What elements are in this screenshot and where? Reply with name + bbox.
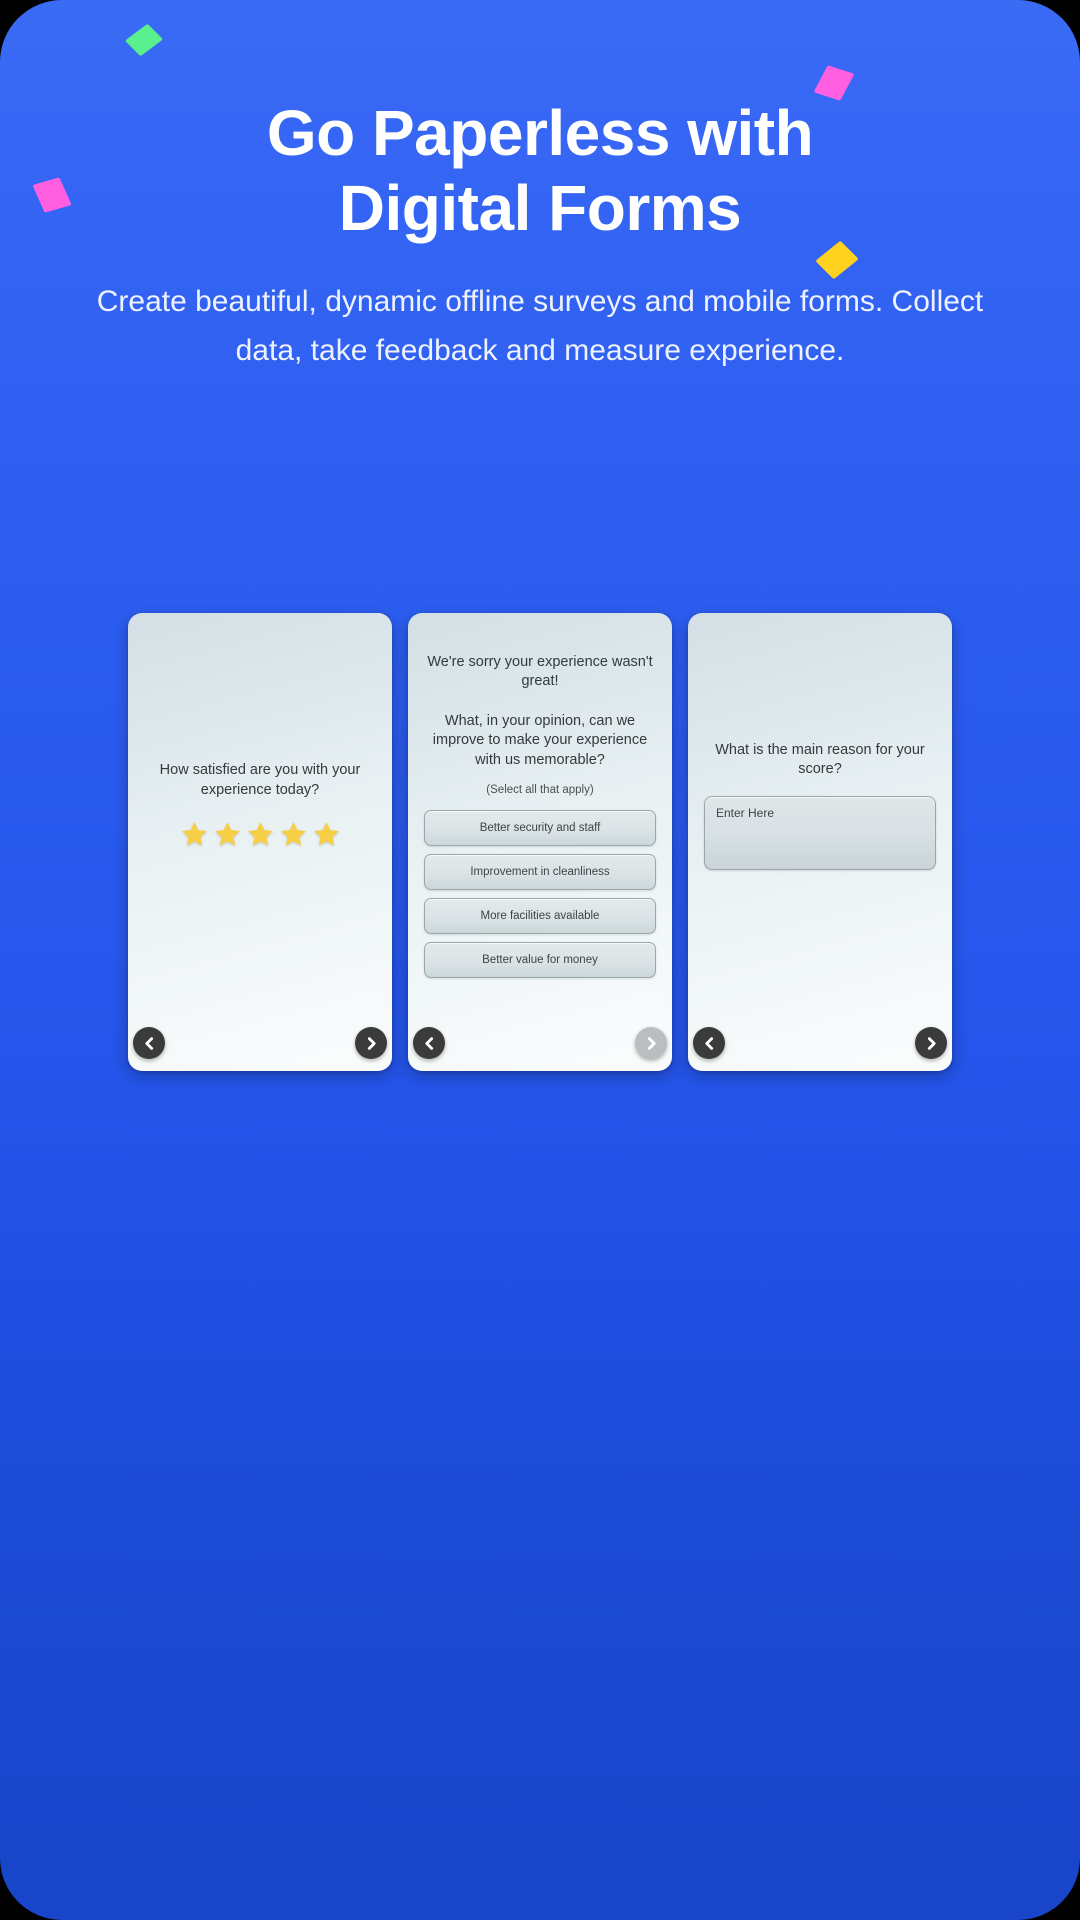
page-title: Go Paperless with Digital Forms: [0, 96, 1080, 246]
apology-headline: We're sorry your experience wasn't great…: [427, 654, 653, 690]
next-button[interactable]: [635, 1027, 667, 1059]
reason-question: What is the main reason for your score?: [715, 742, 925, 778]
chevron-left-icon: [144, 1036, 153, 1050]
option-item[interactable]: More facilities available: [424, 898, 656, 935]
chevron-right-icon: [927, 1036, 936, 1050]
option-item[interactable]: Better security and staff: [424, 810, 656, 847]
chevron-right-icon: [367, 1036, 376, 1050]
option-item[interactable]: Better value for money: [424, 942, 656, 979]
chevron-left-icon: [704, 1036, 713, 1050]
option-list: Better security and staff Improvement in…: [424, 810, 656, 979]
survey-card-openended: What is the main reason for your score? …: [688, 613, 952, 1071]
rating-question: How satisfied are you with your experien…: [159, 762, 361, 798]
star-icon[interactable]: [279, 820, 308, 849]
improve-question: What, in your opinion, can we improve to…: [432, 712, 648, 768]
yellow-diamond-confetti-icon: [815, 240, 859, 280]
hero-panel: Go Paperless with Digital Forms Create b…: [0, 0, 1080, 1920]
option-item[interactable]: Improvement in cleanliness: [424, 854, 656, 891]
screenshot-stage: Go Paperless with Digital Forms Create b…: [0, 0, 1080, 1920]
survey-card-rating: How satisfied are you with your experien…: [128, 613, 392, 1071]
prev-button[interactable]: [693, 1027, 725, 1059]
card-content: We're sorry your experience wasn't great…: [424, 613, 656, 1071]
next-button[interactable]: [915, 1027, 947, 1059]
star-icon[interactable]: [180, 820, 209, 849]
next-button[interactable]: [355, 1027, 387, 1059]
star-rating[interactable]: [180, 820, 341, 849]
star-icon[interactable]: [213, 820, 242, 849]
star-icon[interactable]: [312, 820, 341, 849]
prev-button[interactable]: [133, 1027, 165, 1059]
card-content: How satisfied are you with your experien…: [144, 613, 376, 1071]
reason-input[interactable]: Enter Here: [704, 795, 936, 870]
chevron-left-icon: [424, 1036, 433, 1050]
survey-card-multiselect: We're sorry your experience wasn't great…: [408, 613, 672, 1071]
star-icon[interactable]: [246, 820, 275, 849]
select-hint: (Select all that apply): [486, 784, 594, 797]
card-content: What is the main reason for your score? …: [704, 613, 936, 1071]
chevron-right-icon: [647, 1036, 656, 1050]
survey-card-carousel: How satisfied are you with your experien…: [0, 613, 1080, 1071]
page-title-line-2: Digital Forms: [338, 171, 742, 244]
green-diamond-confetti-icon: [124, 23, 164, 57]
prev-button[interactable]: [413, 1027, 445, 1059]
page-subtitle: Create beautiful, dynamic offline survey…: [96, 285, 984, 367]
page-title-line-1: Go Paperless with: [266, 97, 814, 169]
